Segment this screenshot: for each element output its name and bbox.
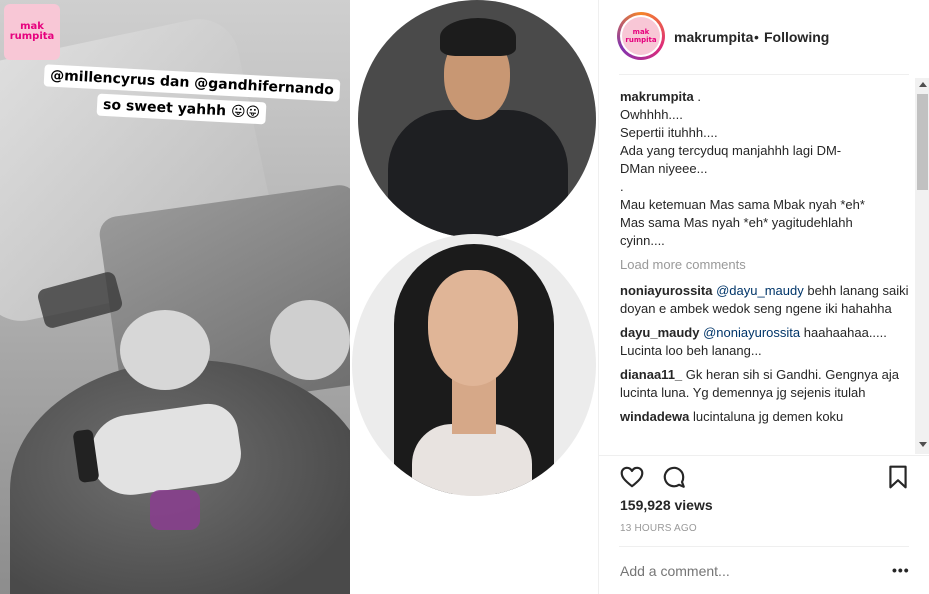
avatar-ring: mak rumpita — [620, 15, 662, 57]
caption-line: Ada yang tercyduq manjahhh lagi DM- — [620, 143, 842, 158]
avatar-logo-line: mak — [632, 28, 650, 36]
post-header: mak rumpita makrumpita • Following — [599, 0, 929, 74]
more-options-button[interactable]: ••• — [892, 562, 910, 578]
caption-mention: @millencyrus — [49, 67, 156, 90]
caption-line: Owhhhh.... — [620, 107, 683, 122]
post-media[interactable]: mak rumpita @millencyrus dan @gandhifern… — [0, 0, 598, 594]
story-logo: mak rumpita — [4, 4, 60, 60]
shoulder — [412, 424, 532, 496]
knee — [120, 310, 210, 390]
following-button[interactable]: Following — [764, 29, 829, 45]
bookmark-icon[interactable] — [885, 464, 911, 490]
phone — [150, 490, 200, 530]
knee — [270, 300, 350, 380]
comment-mention-link[interactable]: @noniayurossita — [703, 325, 800, 340]
scrollbar-thumb[interactable] — [917, 94, 928, 190]
comment-username-link[interactable]: dayu_maudy — [620, 325, 699, 340]
comment-username-link[interactable]: noniayurossita — [620, 283, 712, 298]
divider — [619, 546, 909, 547]
hair — [440, 18, 516, 56]
header-username-link[interactable]: makrumpita — [674, 29, 753, 45]
avatar-logo-line: rumpita — [625, 36, 657, 44]
views-count[interactable]: 159,928 views — [620, 497, 713, 513]
add-comment-input[interactable] — [620, 563, 860, 579]
scroll-up-arrow-icon[interactable] — [919, 82, 927, 87]
video-frame[interactable]: mak rumpita @millencyrus dan @gandhifern… — [0, 0, 350, 594]
heart-icon[interactable] — [619, 464, 645, 490]
comment-username-link[interactable]: dianaa11_ — [620, 367, 682, 382]
scroll-down-arrow-icon[interactable] — [919, 442, 927, 447]
portrait-man — [358, 0, 596, 238]
portrait-woman — [352, 234, 596, 496]
post-caption: makrumpita . Owhhhh.... Sepertii ituhhh.… — [620, 88, 912, 250]
caption-line: Mau ketemuan Mas sama Mbak nyah *eh* — [620, 197, 865, 212]
caption-mention: @gandhifernando — [193, 75, 335, 99]
post-timestamp[interactable]: 13 HOURS AGO — [620, 523, 697, 534]
comment-item: noniayurossita @dayu_maudy behh lanang s… — [620, 282, 912, 318]
comment-mention-link[interactable]: @dayu_maudy — [716, 283, 804, 298]
caption-username-link[interactable]: makrumpita — [620, 89, 694, 104]
post-actions: 159,928 views 13 HOURS AGO ••• — [599, 455, 929, 585]
avatar[interactable]: mak rumpita — [617, 12, 665, 60]
separator-dot: • — [754, 29, 759, 45]
caption-line: Sepertii ituhhh.... — [620, 125, 718, 140]
divider — [619, 74, 909, 75]
story-logo-line: rumpita — [9, 31, 55, 42]
comment-bubble-icon[interactable] — [661, 464, 687, 490]
face — [428, 270, 518, 386]
sweater — [388, 110, 568, 238]
caption-text: dan — [154, 73, 195, 92]
comments-list[interactable]: makrumpita . Owhhhh.... Sepertii ituhhh.… — [620, 88, 912, 454]
load-more-comments-button[interactable]: Load more comments — [620, 256, 912, 274]
comment-text: lucintaluna jg demen koku — [689, 409, 844, 424]
caption-line: . — [620, 179, 624, 194]
comment-item: dianaa11_ Gk heran sih si Gandhi. Gengny… — [620, 366, 912, 402]
comment-item: windadewa lucintaluna jg demen koku — [620, 408, 912, 426]
comments-scrollbar[interactable] — [915, 78, 929, 454]
caption-line: DMan niyeee... — [620, 161, 708, 176]
comment-item: dayu_maudy @noniayurossita haahaahaa....… — [620, 324, 912, 360]
caption-suffix: . — [693, 89, 701, 104]
avatar-logo: mak rumpita — [622, 17, 660, 55]
comment-username-link[interactable]: windadewa — [620, 409, 689, 424]
post-side-panel: mak rumpita makrumpita • Following makru… — [598, 0, 929, 594]
caption-line: Mas sama Mas nyah *eh* yagitudehlahh — [620, 215, 853, 230]
caption-line: cyinn.... — [620, 233, 665, 248]
